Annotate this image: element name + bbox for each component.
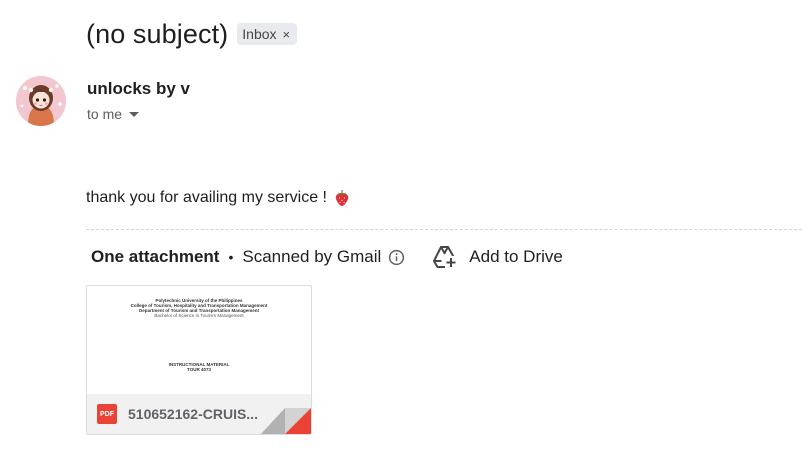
google-drive-add-icon [433,246,458,268]
pdf-icon: PDF [97,404,117,424]
scanned-by-gmail-text: Scanned by Gmail [242,247,382,266]
header-separator: • [228,249,234,265]
avatar-illustration [16,76,66,126]
add-to-drive-label: Add to Drive [469,247,563,266]
label-chip-text: Inbox [242,26,277,42]
remove-label-icon[interactable]: × [283,27,291,42]
attachments-header: One attachment • Scanned by Gmail Add to… [91,245,563,269]
sender-name[interactable]: unlocks by v [87,79,190,99]
attachment-thumbnail: Polytechnic University of the Philippine… [87,286,311,394]
strawberry-icon [335,190,349,206]
chevron-down-icon[interactable] [129,111,140,117]
add-to-drive-button[interactable]: Add to Drive [431,243,563,271]
attachments-title: One attachment [91,247,220,266]
attachments-divider [86,229,802,230]
subject-row: (no subject) Inbox × [86,17,298,51]
page-fold-corner-icon [261,408,311,434]
info-icon[interactable] [388,249,405,266]
sender-avatar[interactable] [16,76,66,126]
recipient-text: to me [87,106,123,122]
recipient-details-toggle[interactable]: to me [87,106,140,122]
email-subject: (no subject) [86,19,229,49]
inbox-label-chip[interactable]: Inbox × [237,23,298,45]
attachment-file-name: 510652162-CRUIS... [128,406,258,422]
attachment-card[interactable]: Polytechnic University of the Philippine… [86,285,312,435]
thumbnail-line: TOUR 4073 [187,367,211,372]
message-body: thank you for availing my service ! [86,189,351,207]
message-body-text: thank you for availing my service ! [86,189,327,206]
